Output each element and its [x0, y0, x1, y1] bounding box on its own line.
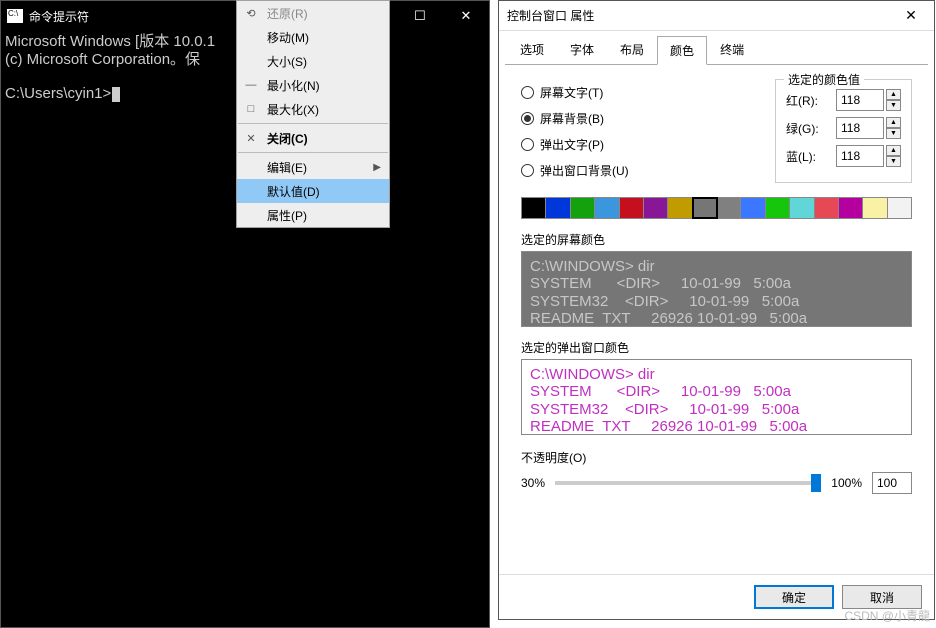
opacity-min: 30% — [521, 476, 545, 490]
red-down[interactable]: ▼ — [886, 100, 901, 111]
dialog-close-button[interactable]: ✕ — [888, 1, 934, 31]
red-up[interactable]: ▲ — [886, 89, 901, 100]
tab-terminal[interactable]: 终端 — [707, 35, 757, 64]
color-swatch[interactable] — [571, 198, 595, 218]
selected-color-values: 选定的颜色值 红(R):▲▼ 绿(G):▲▼ 蓝(L):▲▼ — [775, 79, 912, 183]
system-context-menu: ⟲还原(R) 移动(M) 大小(S) —最小化(N) □最大化(X) ✕关闭(C… — [236, 0, 390, 228]
cancel-button[interactable]: 取消 — [842, 585, 922, 609]
color-swatch[interactable] — [766, 198, 790, 218]
menu-maximize[interactable]: □最大化(X) — [237, 97, 389, 121]
radio-popup-bg[interactable]: 弹出窗口背景(U) — [521, 157, 755, 183]
radio-screen-text[interactable]: 屏幕文字(T) — [521, 79, 755, 105]
opacity-input[interactable] — [872, 472, 912, 494]
menu-defaults[interactable]: 默认值(D) — [237, 179, 389, 203]
radio-screen-bg[interactable]: 屏幕背景(B) — [521, 105, 755, 131]
color-swatch[interactable] — [717, 198, 741, 218]
ok-button[interactable]: 确定 — [754, 585, 834, 609]
color-swatch[interactable] — [595, 198, 619, 218]
color-swatch[interactable] — [888, 198, 911, 218]
color-swatch[interactable] — [522, 198, 546, 218]
menu-close[interactable]: ✕关闭(C) — [237, 126, 389, 150]
green-input[interactable] — [836, 117, 884, 139]
green-down[interactable]: ▼ — [886, 128, 901, 139]
color-swatch[interactable] — [693, 198, 717, 218]
menu-properties[interactable]: 属性(P) — [237, 203, 389, 227]
opacity-slider[interactable] — [555, 481, 821, 485]
cursor — [112, 87, 120, 102]
close-button[interactable]: ✕ — [443, 1, 489, 31]
color-swatch[interactable] — [815, 198, 839, 218]
tab-layout[interactable]: 布局 — [607, 35, 657, 64]
dialog-title: 控制台窗口 属性 — [499, 7, 888, 24]
menu-edit[interactable]: 编辑(E)▶ — [237, 155, 389, 179]
menu-restore[interactable]: ⟲还原(R) — [237, 1, 389, 25]
color-swatch[interactable] — [839, 198, 863, 218]
colors-tab-content: 屏幕文字(T) 屏幕背景(B) 弹出文字(P) 弹出窗口背景(U) 选定的颜色值… — [505, 64, 928, 574]
color-swatch[interactable] — [790, 198, 814, 218]
tabs: 选项 字体 布局 颜色 终端 — [499, 31, 934, 64]
green-up[interactable]: ▲ — [886, 117, 901, 128]
menu-separator — [238, 152, 388, 153]
maximize-icon: □ — [243, 103, 259, 115]
menu-move[interactable]: 移动(M) — [237, 25, 389, 49]
color-values-legend: 选定的颜色值 — [784, 71, 864, 88]
minimize-icon: — — [243, 79, 259, 91]
menu-minimize[interactable]: —最小化(N) — [237, 73, 389, 97]
blue-up[interactable]: ▲ — [886, 145, 901, 156]
watermark: CSDN @小青龍 — [844, 607, 930, 624]
popup-color-preview: C:\WINDOWS> dir SYSTEM <DIR> 10-01-99 5:… — [521, 359, 912, 435]
dialog-titlebar[interactable]: 控制台窗口 属性 ✕ — [499, 1, 934, 31]
slider-thumb[interactable] — [811, 474, 821, 492]
screen-color-preview: C:\WINDOWS> dir SYSTEM <DIR> 10-01-99 5:… — [521, 251, 912, 327]
color-swatch[interactable] — [863, 198, 887, 218]
cmd-icon — [7, 9, 23, 23]
tab-font[interactable]: 字体 — [557, 35, 607, 64]
color-swatch[interactable] — [668, 198, 692, 218]
submenu-arrow-icon: ▶ — [373, 162, 381, 173]
restore-icon: ⟲ — [243, 7, 259, 20]
blue-down[interactable]: ▼ — [886, 156, 901, 167]
color-swatch[interactable] — [741, 198, 765, 218]
blue-input[interactable] — [836, 145, 884, 167]
color-swatch[interactable] — [644, 198, 668, 218]
opacity-max: 100% — [831, 476, 862, 490]
tab-colors[interactable]: 颜色 — [657, 36, 707, 65]
color-swatches — [521, 197, 912, 219]
properties-dialog: 控制台窗口 属性 ✕ 选项 字体 布局 颜色 终端 屏幕文字(T) 屏幕背景(B… — [498, 0, 935, 620]
menu-size[interactable]: 大小(S) — [237, 49, 389, 73]
color-target-radios: 屏幕文字(T) 屏幕背景(B) 弹出文字(P) 弹出窗口背景(U) — [521, 79, 755, 183]
cmd-prompt: C:\Users\cyin1> — [5, 85, 111, 102]
color-swatch[interactable] — [620, 198, 644, 218]
screen-preview-label: 选定的屏幕颜色 — [521, 231, 912, 248]
popup-preview-label: 选定的弹出窗口颜色 — [521, 339, 912, 356]
tab-options[interactable]: 选项 — [507, 35, 557, 64]
opacity-label: 不透明度(O) — [521, 449, 912, 466]
maximize-button[interactable]: ☐ — [397, 1, 443, 31]
menu-separator — [238, 123, 388, 124]
radio-popup-text[interactable]: 弹出文字(P) — [521, 131, 755, 157]
close-icon: ✕ — [243, 132, 259, 145]
color-swatch[interactable] — [546, 198, 570, 218]
red-input[interactable] — [836, 89, 884, 111]
